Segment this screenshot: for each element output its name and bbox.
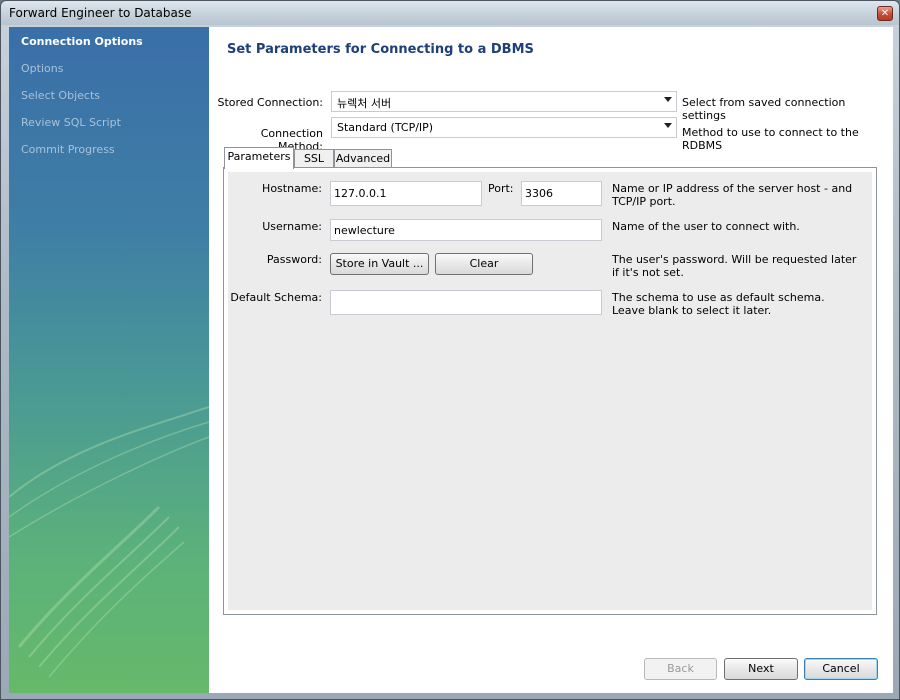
connection-method-hint: Method to use to connect to the RDBMS <box>682 126 859 152</box>
tab-ssl[interactable]: SSL <box>294 149 334 169</box>
back-button[interactable]: Back <box>644 658 717 680</box>
parameters-panel: Hostname: 127.0.0.1 Port: 3306 Name or I… <box>223 167 877 615</box>
username-hint: Name of the user to connect with. <box>612 220 800 233</box>
hostname-input[interactable]: 127.0.0.1 <box>330 181 482 206</box>
username-value: newlecture <box>334 224 395 237</box>
connection-method-select[interactable]: Standard (TCP/IP) <box>331 117 677 138</box>
password-label: Password: <box>266 253 322 266</box>
port-input[interactable]: 3306 <box>521 181 602 206</box>
parameters-panel-body: Hostname: 127.0.0.1 Port: 3306 Name or I… <box>228 172 872 610</box>
stored-connection-select[interactable]: 뉴렉처 서버 <box>331 91 677 112</box>
tab-advanced[interactable]: Advanced <box>334 149 392 169</box>
main-content: Set Parameters for Connecting to a DBMS … <box>209 27 893 693</box>
password-hint: The user's password. Will be requested l… <box>612 253 857 279</box>
clear-password-button[interactable]: Clear <box>435 253 533 275</box>
hostname-value: 127.0.0.1 <box>334 187 387 200</box>
chevron-down-icon <box>664 97 672 102</box>
connection-method-value: Standard (TCP/IP) <box>337 121 434 134</box>
sidebar-item-commit-progress: Commit Progress <box>21 143 115 156</box>
username-input[interactable]: newlecture <box>330 219 602 241</box>
sidebar-item-options: Options <box>21 62 64 75</box>
wizard-sidebar: Connection Options Options Select Object… <box>9 27 209 693</box>
chevron-down-icon <box>664 123 672 128</box>
sidebar-item-review-sql-script: Review SQL Script <box>21 116 121 129</box>
sidebar-item-select-objects: Select Objects <box>21 89 100 102</box>
default-schema-hint: The schema to use as default schema. Lea… <box>612 291 825 317</box>
page-title: Set Parameters for Connecting to a DBMS <box>227 42 534 57</box>
port-label: Port: <box>488 182 514 195</box>
default-schema-input[interactable] <box>330 290 602 315</box>
tab-parameters[interactable]: Parameters <box>224 147 294 169</box>
cancel-button[interactable]: Cancel <box>804 658 878 680</box>
hostname-label: Hostname: <box>262 182 322 195</box>
stored-connection-hint: Select from saved connection settings <box>682 96 846 122</box>
store-in-vault-button[interactable]: Store in Vault ... <box>330 253 429 275</box>
close-icon[interactable]: ✕ <box>877 6 893 21</box>
sidebar-item-connection-options: Connection Options <box>21 35 143 48</box>
next-button[interactable]: Next <box>724 658 798 680</box>
port-value: 3306 <box>525 187 553 200</box>
dialog-window: Forward Engineer to Database ✕ Connectio… <box>0 0 900 700</box>
title-bar[interactable]: Forward Engineer to Database ✕ <box>1 1 899 25</box>
username-label: Username: <box>262 220 322 233</box>
dialog-client-area: Connection Options Options Select Object… <box>9 27 893 693</box>
stored-connection-value: 뉴렉처 서버 <box>337 97 392 110</box>
stored-connection-label: Stored Connection: <box>217 96 324 109</box>
default-schema-label: Default Schema: <box>230 291 322 304</box>
window-title: Forward Engineer to Database <box>9 6 192 20</box>
hostname-hint: Name or IP address of the server host - … <box>612 182 853 208</box>
